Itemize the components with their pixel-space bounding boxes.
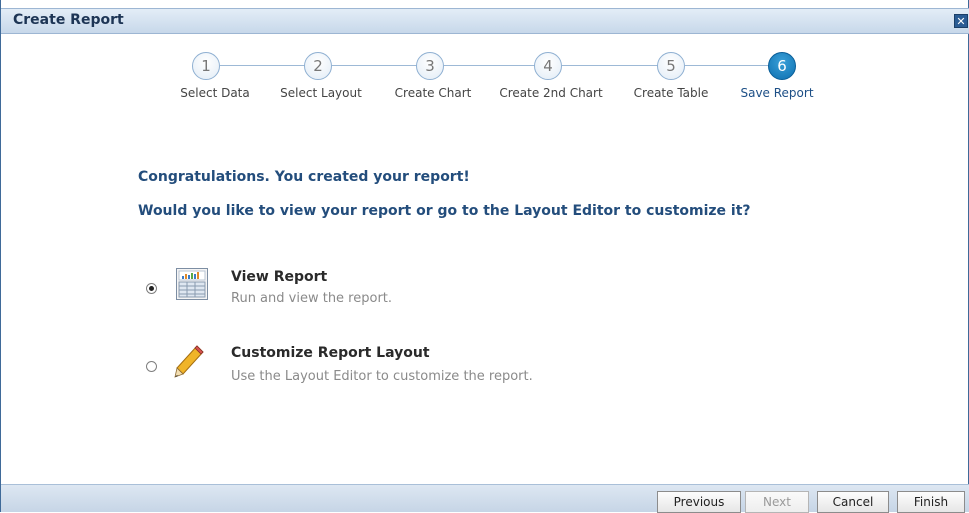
train-connector: [562, 65, 659, 66]
train-step-4[interactable]: 4: [534, 52, 562, 80]
view-report-description: Run and view the report.: [231, 291, 393, 306]
customize-layout-description: Use the Layout Editor to customize the r…: [231, 369, 533, 384]
report-icon: [176, 268, 208, 300]
train-step-6: 6: [768, 52, 796, 80]
train-connector: [220, 65, 306, 66]
train-step-5[interactable]: 5: [657, 52, 685, 80]
customize-layout-radio[interactable]: [146, 361, 157, 372]
view-report-title[interactable]: View Report: [231, 269, 327, 285]
view-report-radio[interactable]: [146, 283, 157, 294]
next-button[interactable]: Next: [745, 491, 809, 513]
train-connector: [332, 65, 418, 66]
train-step-label[interactable]: Create 2nd Chart: [499, 86, 602, 100]
train-connector: [685, 65, 768, 66]
cancel-button[interactable]: Cancel: [817, 491, 889, 513]
create-report-dialog: Create Report ✕ 1 2 3 4 5 6 Select Data …: [0, 0, 969, 513]
pencil-icon: [173, 344, 207, 380]
train-step-label[interactable]: Select Data: [180, 86, 250, 100]
train-connector: [444, 65, 536, 66]
train-step-2[interactable]: 2: [304, 52, 332, 80]
question-message: Would you like to view your report or go…: [138, 203, 751, 219]
customize-layout-title[interactable]: Customize Report Layout: [231, 345, 430, 361]
train-step-3[interactable]: 3: [416, 52, 444, 80]
congratulations-message: Congratulations. You created your report…: [138, 169, 470, 185]
wizard-train: 1 2 3 4 5 6 Select Data Select Layout Cr…: [1, 0, 969, 120]
finish-button[interactable]: Finish: [897, 491, 965, 513]
train-step-1[interactable]: 1: [192, 52, 220, 80]
train-step-label[interactable]: Create Table: [634, 86, 709, 100]
previous-button[interactable]: Previous: [657, 491, 741, 513]
dialog-footer: Previous Next Cancel Finish: [1, 484, 969, 513]
train-step-label: Save Report: [740, 86, 814, 100]
train-step-label[interactable]: Create Chart: [395, 86, 472, 100]
train-step-label[interactable]: Select Layout: [280, 86, 362, 100]
